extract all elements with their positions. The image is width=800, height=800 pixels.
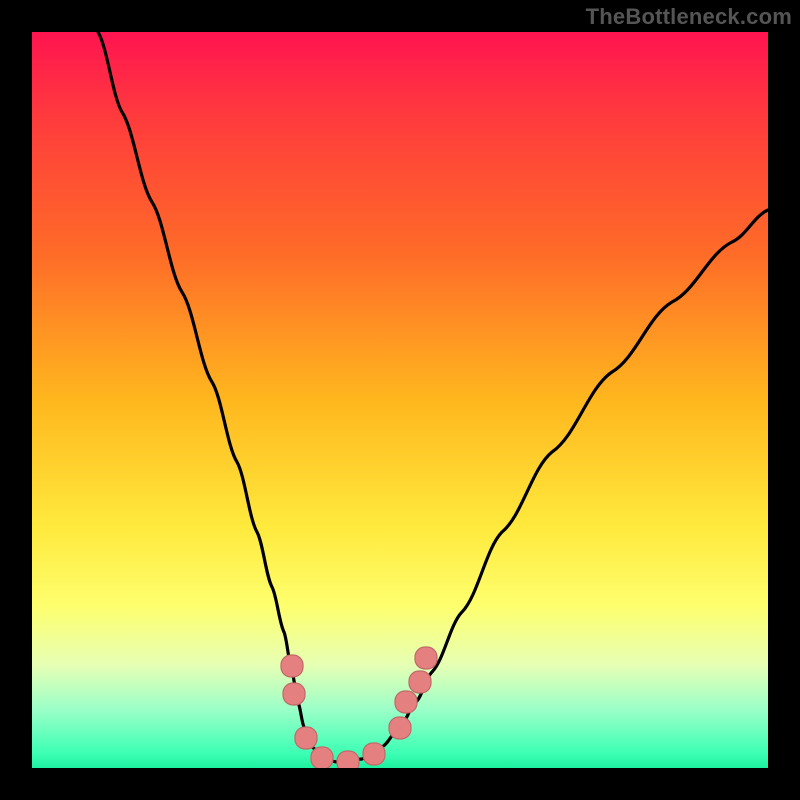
curve-marker bbox=[395, 691, 417, 713]
curve-marker-group bbox=[281, 647, 437, 768]
curve-marker bbox=[281, 655, 303, 677]
bottleneck-curve-chart bbox=[32, 32, 768, 768]
curve-marker bbox=[363, 743, 385, 765]
curve-marker bbox=[311, 747, 333, 768]
curve-marker bbox=[409, 671, 431, 693]
curve-marker bbox=[283, 683, 305, 705]
plot-area bbox=[32, 32, 768, 768]
curve-marker bbox=[295, 727, 317, 749]
curve-marker bbox=[415, 647, 437, 669]
curve-marker bbox=[337, 751, 359, 768]
curve-marker bbox=[389, 717, 411, 739]
curve-right bbox=[337, 210, 768, 762]
chart-frame: TheBottleneck.com bbox=[0, 0, 800, 800]
curve-left bbox=[98, 32, 337, 762]
watermark-text: TheBottleneck.com bbox=[586, 4, 792, 30]
